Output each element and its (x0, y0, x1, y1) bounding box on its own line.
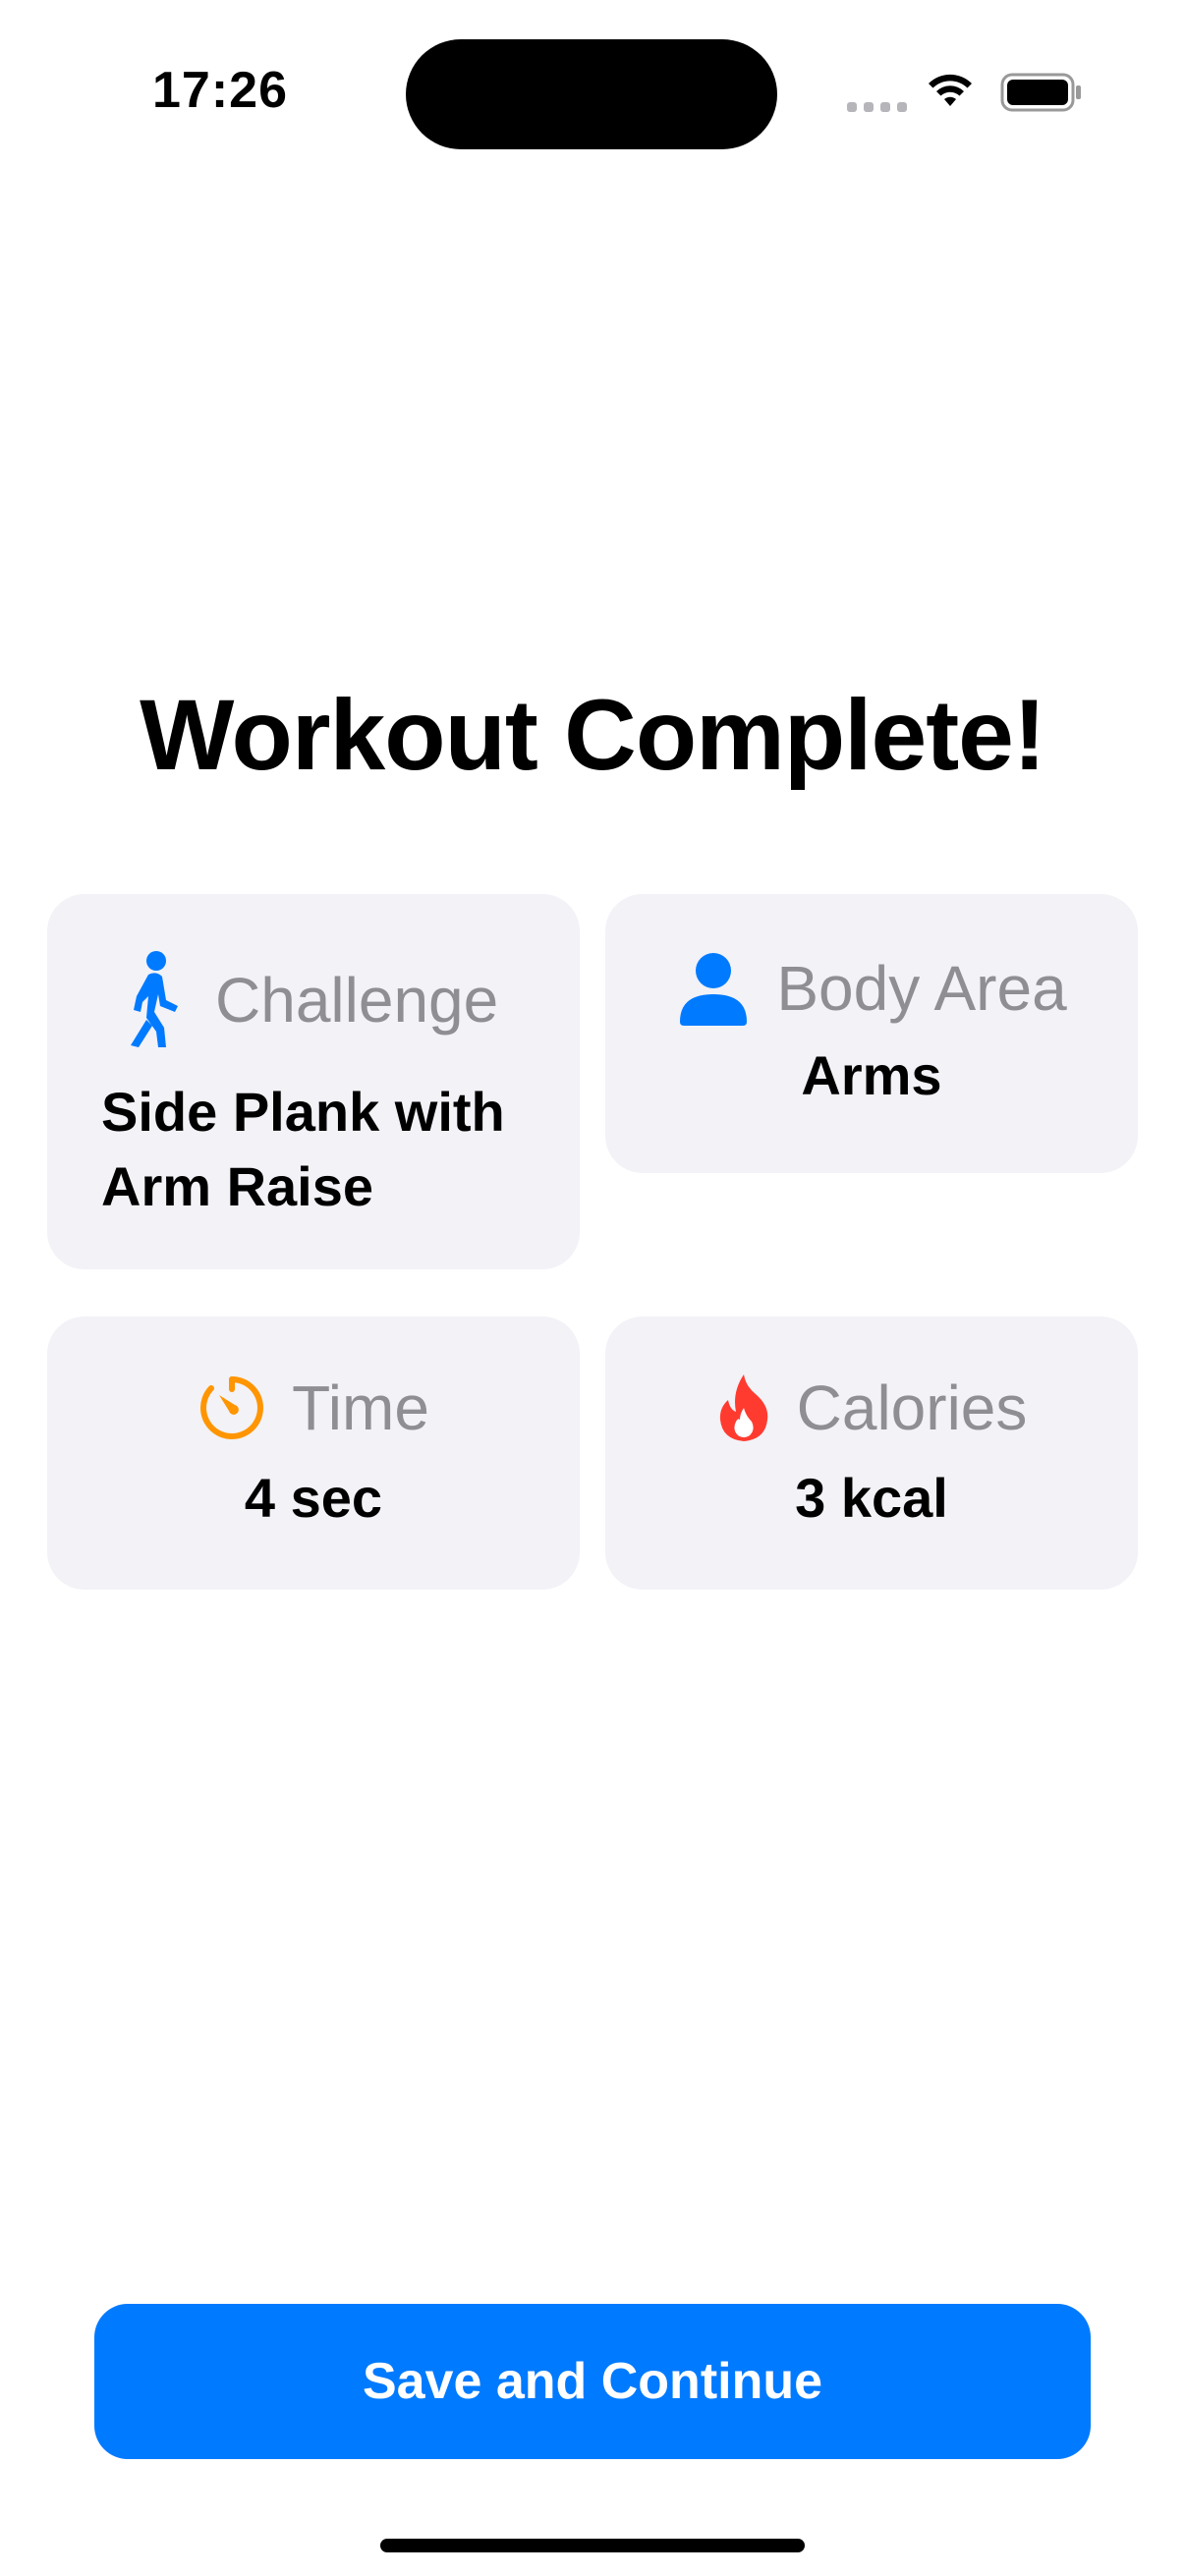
page-title: Workout Complete! (140, 679, 1046, 791)
battery-icon (1000, 73, 1081, 112)
status-bar-time: 17:26 (152, 62, 288, 119)
calories-label: Calories (796, 1372, 1028, 1443)
body-area-value: Arms (801, 1044, 942, 1106)
save-and-continue-button[interactable]: Save and Continue (94, 2304, 1091, 2459)
time-card: Time 4 sec (47, 1316, 580, 1590)
dynamic-island (406, 39, 777, 149)
challenge-value: Side Plank with Arm Raise (101, 1081, 505, 1217)
calories-card-header: Calories (605, 1372, 1138, 1444)
body-area-label: Body Area (776, 953, 1067, 1024)
person-icon (680, 953, 748, 1026)
body-area-card: Body Area Arms (605, 894, 1138, 1173)
walking-figure-icon (131, 951, 178, 1047)
cellular-signal-icon (847, 102, 907, 112)
time-card-header: Time (47, 1372, 580, 1444)
time-label: Time (292, 1372, 429, 1443)
timer-icon (200, 1376, 264, 1439)
home-indicator[interactable] (380, 2539, 805, 2552)
wifi-icon (929, 74, 972, 106)
flame-icon (719, 1374, 767, 1441)
challenge-card: Challenge Side Plank with Arm Raise (47, 894, 580, 1269)
challenge-card-header: Challenge (101, 951, 540, 1049)
body-area-card-header: Body Area (605, 951, 1138, 1026)
calories-value: 3 kcal (795, 1467, 948, 1529)
challenge-label: Challenge (215, 965, 499, 1036)
calories-card: Calories 3 kcal (605, 1316, 1138, 1590)
time-value: 4 sec (244, 1467, 383, 1529)
